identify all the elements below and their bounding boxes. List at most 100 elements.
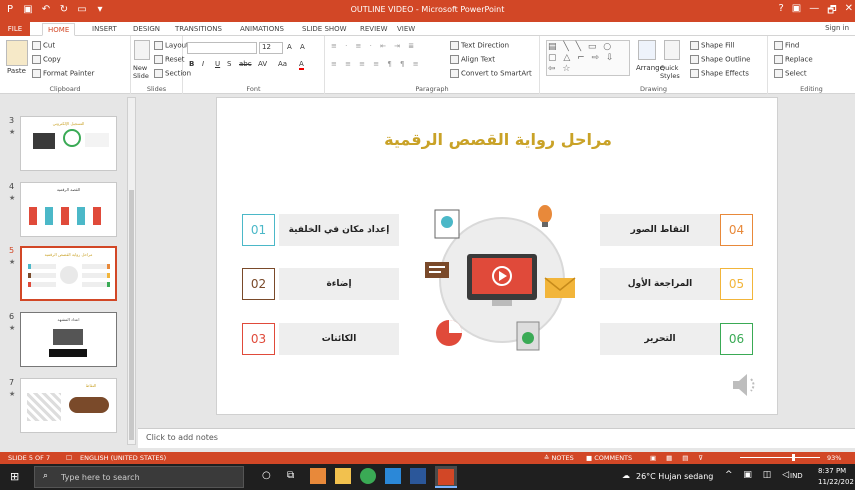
file-explorer-icon[interactable]	[335, 468, 351, 484]
slide-thumbnail-4[interactable]: القصة الرقمية	[20, 182, 117, 237]
slide-thumbnail-3[interactable]: التسجيل الإلكتروني	[20, 116, 117, 171]
copy-button[interactable]: Copy	[32, 55, 61, 64]
italic-button[interactable]: I	[202, 60, 204, 68]
maximize-button[interactable]: 🗗	[827, 3, 836, 20]
align-text-button[interactable]: Align Text	[450, 55, 495, 64]
save-icon[interactable]: ▣	[22, 3, 34, 17]
step-label-03[interactable]: الكائنات	[279, 323, 399, 355]
text-shadow-button[interactable]: S	[227, 60, 231, 68]
minimize-button[interactable]: —	[809, 3, 819, 20]
step-label-06[interactable]: التحرير	[600, 323, 720, 355]
language-indicator[interactable]: ENGLISH (UNITED STATES)	[80, 454, 166, 462]
bold-button[interactable]: B	[189, 60, 194, 68]
convert-smartart-button[interactable]: Convert to SmartArt	[450, 69, 532, 78]
input-language[interactable]: IND	[790, 472, 803, 480]
tab-transitions[interactable]: TRANSITIONS	[175, 23, 222, 36]
text-direction-button[interactable]: Text Direction	[450, 41, 509, 50]
notes-pane[interactable]: Click to add notes	[138, 428, 855, 448]
arrange-icon[interactable]	[638, 40, 656, 60]
weather-icon[interactable]: ☁	[622, 471, 630, 480]
notes-toggle[interactable]: ≙ NOTES	[544, 454, 574, 462]
select-button[interactable]: Select	[774, 69, 807, 78]
replace-button[interactable]: Replace	[774, 55, 813, 64]
cut-button[interactable]: Cut	[32, 41, 55, 50]
font-grow-shrink[interactable]: A A	[287, 43, 308, 51]
step-number-06[interactable]: 06	[720, 323, 753, 355]
slide-thumbnail-5[interactable]: مراحل رواية القصص الرقمية	[20, 246, 117, 301]
start-from-beginning-icon[interactable]: ▭	[76, 3, 88, 17]
change-case-button[interactable]: Aa	[278, 60, 287, 68]
thumbnails-scrollbar[interactable]	[127, 97, 136, 445]
shape-effects-button[interactable]: Shape Effects	[690, 69, 749, 78]
app-icon-1[interactable]	[310, 468, 326, 484]
zoom-slider-thumb[interactable]	[792, 454, 795, 461]
font-name-box[interactable]	[187, 42, 257, 54]
step-label-02[interactable]: إضاءة	[279, 268, 399, 300]
reset-button[interactable]: Reset	[154, 55, 185, 64]
tab-animations[interactable]: ANIMATIONS	[240, 23, 284, 36]
ribbon-display-button[interactable]: ▣	[792, 3, 801, 20]
cortana-icon[interactable]: ○	[262, 470, 271, 481]
list-buttons[interactable]: ≡ · ≡ · ⇤ ⇥ ≣	[331, 42, 417, 50]
tab-file[interactable]: FILE	[0, 22, 30, 36]
windows-start-icon[interactable]: ⊞	[10, 470, 19, 483]
clock-date[interactable]: 11/22/202	[818, 478, 854, 486]
new-slide-button[interactable]: New Slide	[133, 64, 153, 80]
slide-thumbnail-6[interactable]: اعداد المشهد	[20, 312, 117, 367]
shape-fill-button[interactable]: Shape Fill	[690, 41, 735, 50]
task-view-icon[interactable]: ⧉	[287, 470, 294, 481]
tab-view[interactable]: VIEW	[397, 23, 415, 36]
undo-icon[interactable]: ↶	[40, 3, 52, 17]
weather-text[interactable]: 26°C Hujan sedang	[636, 472, 713, 481]
step-number-01[interactable]: 01	[242, 214, 275, 246]
paste-icon[interactable]	[6, 40, 28, 66]
tab-home[interactable]: HOME	[42, 23, 76, 36]
powerpoint-taskbar-button[interactable]	[435, 466, 457, 488]
notes-placeholder[interactable]: Click to add notes	[146, 433, 218, 442]
current-slide[interactable]: مراحل رواية القصص الرقمية 01 إعداد مكان …	[216, 97, 778, 415]
redo-icon[interactable]: ↻	[58, 3, 70, 17]
chrome-icon[interactable]	[360, 468, 376, 484]
system-tray-icons[interactable]: ^ ▣ ◫ ◁	[725, 470, 793, 480]
step-number-05[interactable]: 05	[720, 268, 753, 300]
paste-button[interactable]: Paste	[7, 67, 26, 75]
step-number-03[interactable]: 03	[242, 323, 275, 355]
step-label-04[interactable]: التقاط الصور	[600, 214, 720, 246]
taskbar-search-box[interactable]: ⌕ Type here to search	[34, 466, 244, 488]
word-icon[interactable]	[410, 468, 426, 484]
tab-insert[interactable]: INSERT	[92, 23, 117, 36]
underline-button[interactable]: U	[215, 60, 220, 68]
format-painter-button[interactable]: Format Painter	[32, 69, 94, 78]
help-button[interactable]: ?	[778, 3, 783, 20]
slide-thumbnail-7[interactable]: النقاط	[20, 378, 117, 433]
shapes-gallery[interactable]: ▤ ╲ ╲ ▭ ○ ▢ △ ⌐ ⇨ ⇩ ⇦ ☆	[546, 40, 630, 76]
comments-toggle[interactable]: ■ COMMENTS	[586, 454, 632, 462]
step-number-02[interactable]: 02	[242, 268, 275, 300]
step-label-01[interactable]: إعداد مكان في الخلفية	[279, 214, 399, 246]
find-button[interactable]: Find	[774, 41, 799, 50]
new-slide-icon[interactable]	[134, 40, 150, 60]
zoom-level[interactable]: 93%	[827, 454, 841, 462]
mail-icon[interactable]	[385, 468, 401, 484]
tab-review[interactable]: REVIEW	[360, 23, 387, 36]
shape-outline-button[interactable]: Shape Outline	[690, 55, 750, 64]
step-number-04[interactable]: 04	[720, 214, 753, 246]
character-spacing-button[interactable]: AV	[258, 60, 267, 68]
close-button[interactable]: ✕	[845, 3, 853, 20]
sign-in-link[interactable]: Sign in	[825, 24, 849, 32]
customize-qat-icon[interactable]: ▾	[94, 3, 106, 17]
zoom-slider[interactable]	[740, 457, 820, 458]
scrollbar-thumb[interactable]	[129, 190, 134, 440]
font-color-button[interactable]: A	[299, 60, 304, 70]
align-buttons[interactable]: ≡ ≡ ≡ ≡ ¶ ¶ ≡	[331, 60, 422, 68]
strikethrough-button[interactable]: abc	[239, 60, 252, 68]
view-buttons[interactable]: ▣▦▤⊽	[650, 454, 713, 462]
tab-slide-show[interactable]: SLIDE SHOW	[302, 23, 347, 36]
speaker-icon[interactable]	[729, 370, 759, 400]
font-size-box[interactable]: 12	[259, 42, 283, 54]
step-label-05[interactable]: المراجعة الأول	[600, 268, 720, 300]
slide-title[interactable]: مراحل رواية القصص الرقمية	[217, 130, 779, 149]
clock-time[interactable]: 8:37 PM	[818, 467, 846, 475]
quick-styles-icon[interactable]	[664, 40, 680, 60]
spellcheck-icon[interactable]: ☐	[66, 454, 72, 462]
